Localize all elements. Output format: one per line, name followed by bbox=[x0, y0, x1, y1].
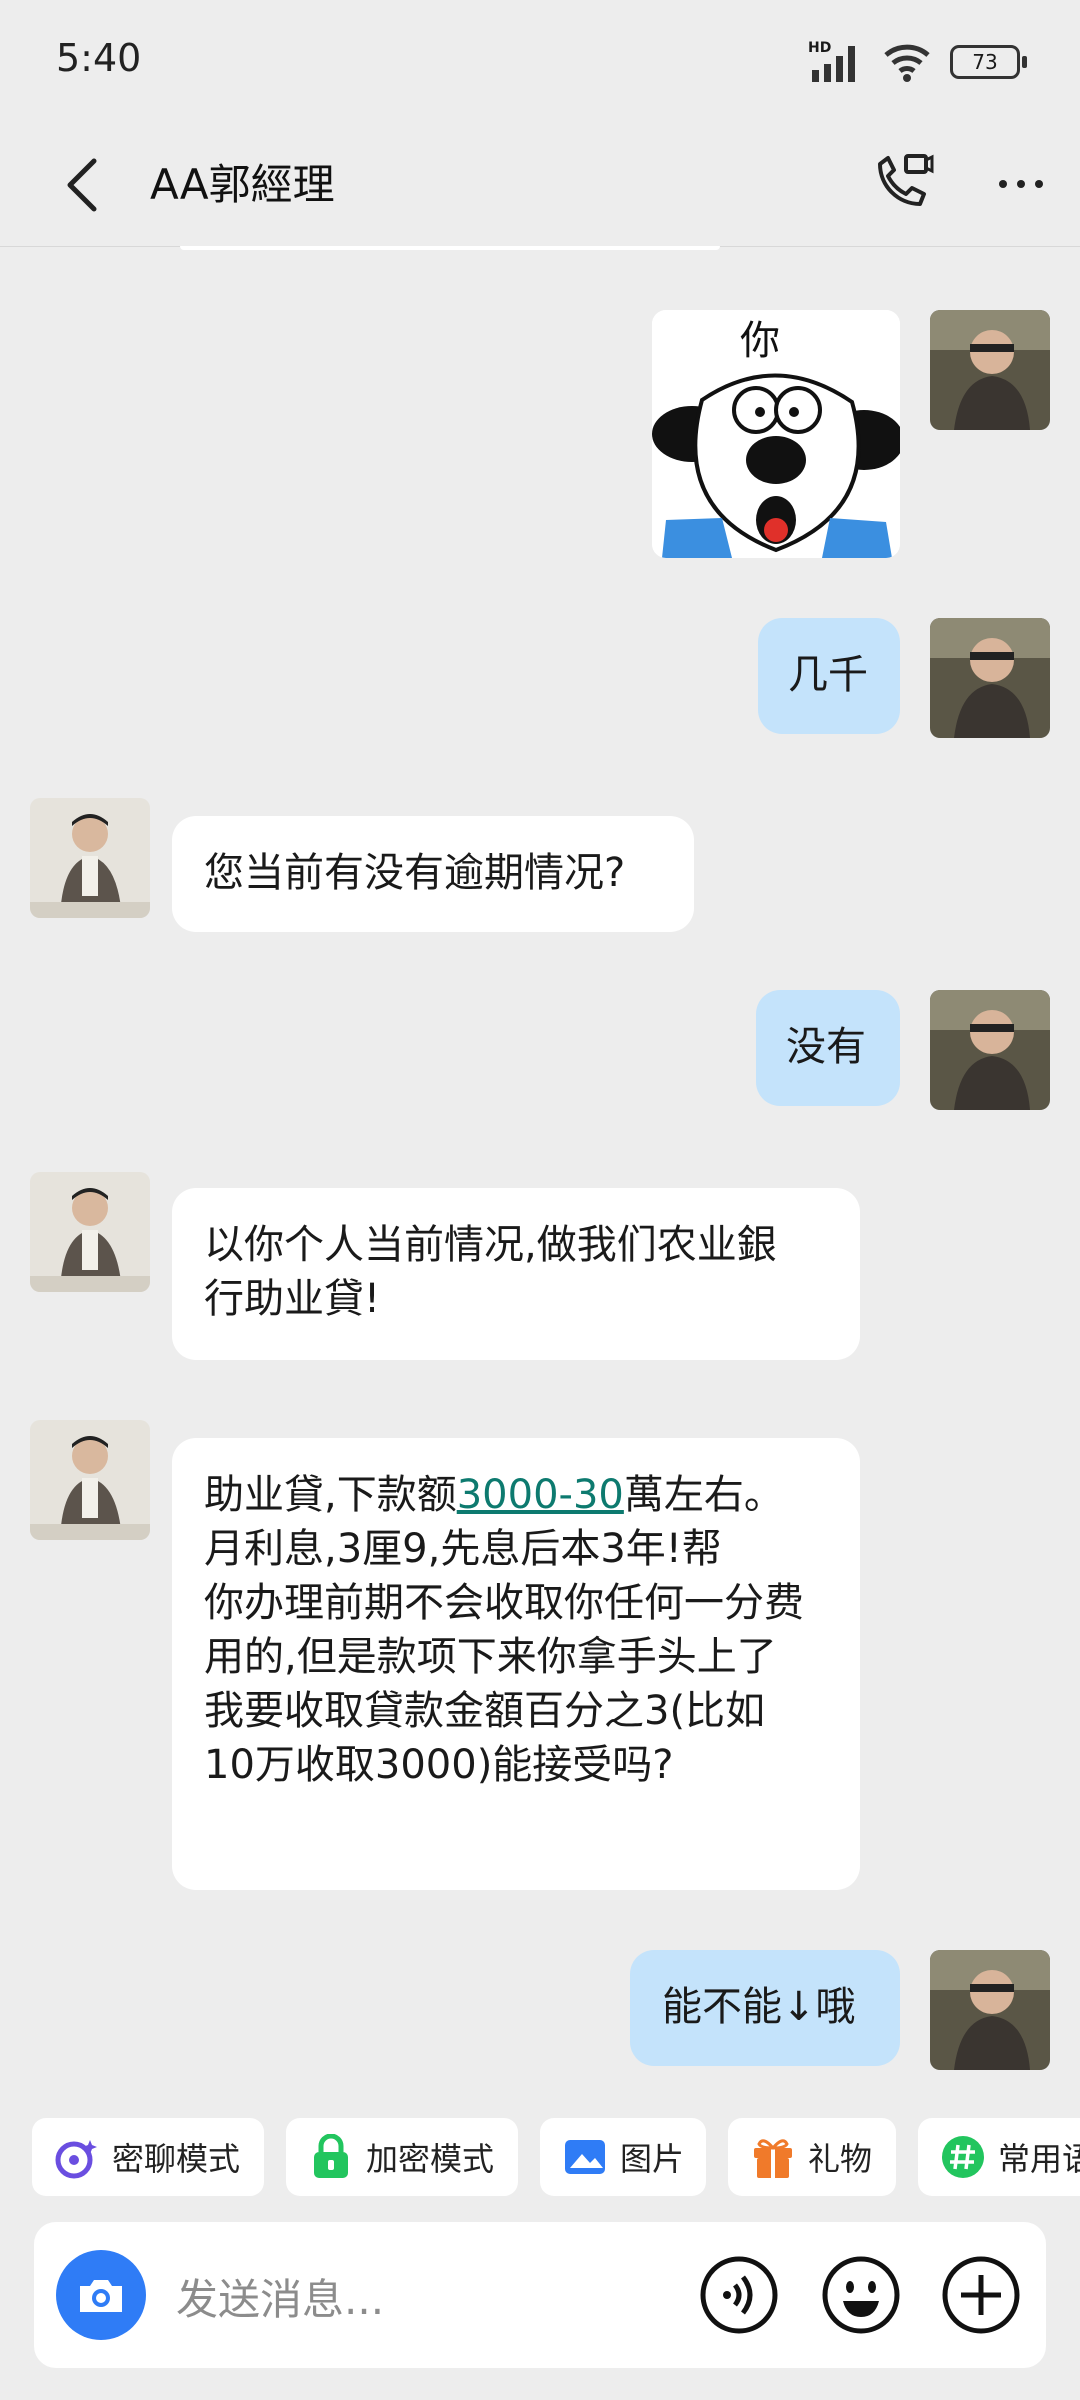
chip-label: 密聊模式 bbox=[112, 2140, 241, 2178]
chip-label: 礼物 bbox=[808, 2140, 873, 2178]
emoji-button[interactable] bbox=[820, 2254, 902, 2336]
message-bubble-received[interactable]: 以你个人当前情况,做我们农业銀 行助业貸! bbox=[172, 1188, 860, 1360]
message-text-line: 我要收取貸款金額百分之3(比如 bbox=[204, 1688, 766, 1734]
more-options-button[interactable] bbox=[986, 152, 1056, 216]
video-call-button[interactable] bbox=[860, 140, 944, 224]
contact-avatar[interactable] bbox=[30, 798, 150, 918]
phone-video-icon bbox=[878, 154, 934, 206]
camera-button[interactable] bbox=[56, 2250, 146, 2340]
status-icons: HD 73 bbox=[808, 40, 1027, 84]
message-text-prefix: 助业貸,下款额 bbox=[204, 1472, 457, 1518]
back-arrow-icon bbox=[67, 158, 97, 212]
contact-name[interactable]: AA郭經理 bbox=[150, 148, 335, 222]
secret-chat-icon bbox=[54, 2134, 100, 2180]
message-text: 没有 bbox=[786, 1024, 866, 1070]
image-button[interactable]: 图片 bbox=[540, 2118, 706, 2196]
message-bubble-received[interactable]: 助业貸,下款额3000-30萬左右。 月利息,3厘9,先息后本3年!帮 你办理前… bbox=[172, 1438, 860, 1890]
dot-icon bbox=[1035, 180, 1043, 188]
hashtag-icon bbox=[940, 2134, 986, 2180]
message-input[interactable]: 发送消息... bbox=[176, 2266, 384, 2327]
my-avatar[interactable] bbox=[930, 618, 1050, 738]
sticker-dog-image: 你 bbox=[652, 310, 900, 558]
gift-icon bbox=[750, 2134, 796, 2180]
message-text-line: 10万收取3000)能接受吗? bbox=[204, 1742, 674, 1788]
message-bubble-received[interactable]: 您当前有没有逾期情况? bbox=[172, 816, 694, 932]
phone-number-link[interactable]: 3000-30 bbox=[457, 1472, 624, 1518]
contact-avatar[interactable] bbox=[30, 1420, 150, 1540]
secret-chat-button[interactable]: 密聊模式 bbox=[32, 2118, 264, 2196]
status-time: 5:40 bbox=[56, 36, 142, 80]
back-button[interactable] bbox=[52, 146, 112, 224]
message-text-suffix: 萬左右。 bbox=[623, 1472, 784, 1518]
message-text-line: 你办理前期不会收取你任何一分费 bbox=[204, 1580, 804, 1626]
encrypt-mode-button[interactable]: 加密模式 bbox=[286, 2118, 518, 2196]
chip-label: 图片 bbox=[620, 2140, 685, 2178]
chip-label: 加密模式 bbox=[366, 2140, 495, 2178]
camera-icon bbox=[80, 2280, 122, 2312]
message-input-bar: 发送消息... bbox=[34, 2222, 1046, 2368]
gift-button[interactable]: 礼物 bbox=[728, 2118, 896, 2196]
message-text-line: 以你个人当前情况,做我们农业銀 bbox=[204, 1222, 777, 1268]
wifi-icon bbox=[884, 44, 930, 82]
my-avatar[interactable] bbox=[930, 990, 1050, 1110]
lock-icon bbox=[308, 2134, 354, 2180]
more-actions-button[interactable] bbox=[940, 2254, 1022, 2336]
message-bubble-sent[interactable]: 没有 bbox=[756, 990, 900, 1106]
message-bubble-sent[interactable]: 几千 bbox=[758, 618, 900, 734]
message-text: 几千 bbox=[788, 652, 868, 698]
contact-avatar[interactable] bbox=[30, 1172, 150, 1292]
message-text-line: 行助业貸! bbox=[204, 1276, 381, 1322]
previous-message-edge bbox=[180, 246, 720, 250]
quick-actions-bar: 密聊模式 加密模式 图片 礼物 常用语 bbox=[0, 2118, 1080, 2198]
dot-icon bbox=[999, 180, 1007, 188]
dot-icon bbox=[1017, 180, 1025, 188]
message-text-line: 用的,但是款项下来你拿手头上了 bbox=[204, 1634, 777, 1680]
message-text: 能不能↓哦 bbox=[662, 1984, 856, 2030]
battery-indicator: 73 bbox=[950, 45, 1027, 79]
voice-icon bbox=[700, 2256, 778, 2334]
common-phrases-button[interactable]: 常用语 bbox=[918, 2118, 1080, 2196]
signal-icon: HD bbox=[808, 40, 864, 84]
voice-button[interactable] bbox=[698, 2254, 780, 2336]
my-avatar[interactable] bbox=[930, 1950, 1050, 2070]
sticker-message[interactable]: 你 bbox=[652, 310, 900, 558]
my-avatar[interactable] bbox=[930, 310, 1050, 430]
message-bubble-sent[interactable]: 能不能↓哦 bbox=[630, 1950, 900, 2066]
chip-label: 常用语 bbox=[998, 2140, 1080, 2178]
chat-header: AA郭經理 bbox=[0, 124, 1080, 247]
message-text-line: 助业貸,下款额3000-30萬左右。 bbox=[204, 1468, 840, 1522]
sticker-caption: 你 bbox=[740, 318, 780, 364]
plus-icon bbox=[942, 2256, 1020, 2334]
image-icon bbox=[562, 2134, 608, 2180]
message-text-line: 月利息,3厘9,先息后本3年!帮 bbox=[204, 1526, 722, 1572]
status-bar: 5:40 HD 73 bbox=[0, 0, 1080, 124]
message-text: 您当前有没有逾期情况? bbox=[204, 850, 626, 896]
emoji-icon bbox=[822, 2256, 900, 2334]
